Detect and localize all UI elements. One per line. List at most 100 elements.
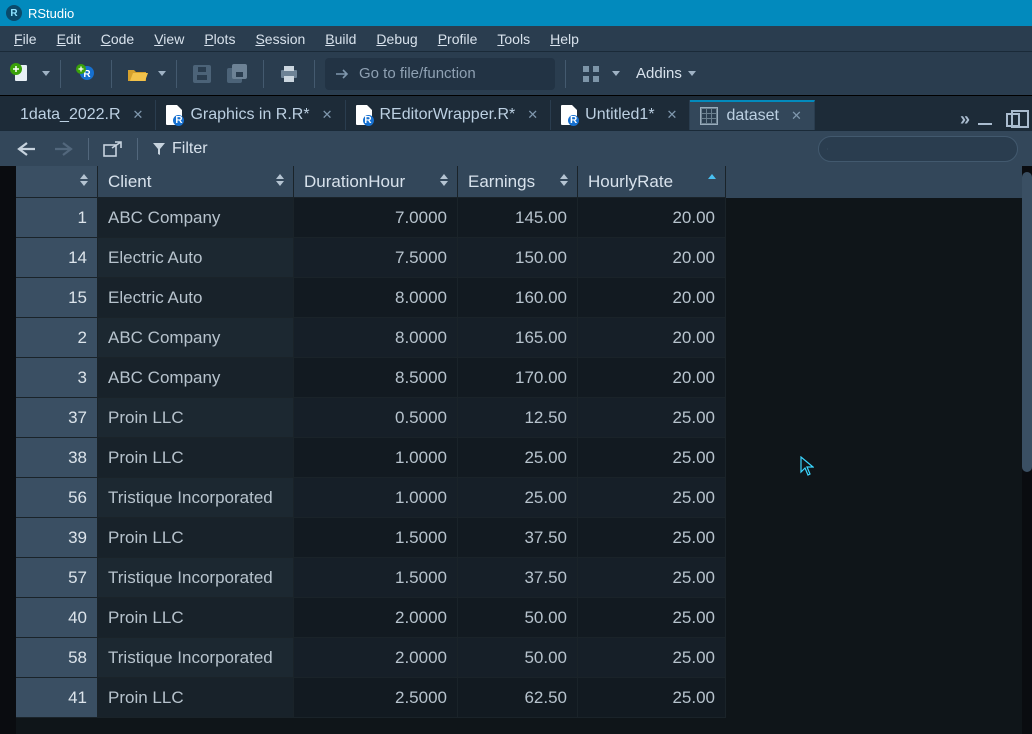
cell-hourlyrate: 20.00: [578, 358, 726, 398]
nav-back-icon[interactable]: [16, 141, 38, 157]
close-tab-icon[interactable]: ✕: [791, 108, 802, 124]
cell-earnings: 145.00: [458, 198, 578, 238]
table-row[interactable]: 1ABC Company7.0000145.0020.00: [16, 198, 1022, 238]
tabs-right-controls: »: [960, 109, 1032, 130]
new-file-button[interactable]: [6, 59, 36, 89]
menu-file[interactable]: File: [4, 29, 47, 49]
cell-earnings: 150.00: [458, 238, 578, 278]
column-header-DurationHour[interactable]: DurationHour: [294, 166, 458, 198]
cell-durationhour: 8.0000: [294, 278, 458, 318]
menu-session[interactable]: Session: [245, 29, 315, 49]
tab-dataset[interactable]: dataset✕: [690, 100, 814, 130]
sort-icon[interactable]: [707, 174, 717, 188]
close-tab-icon[interactable]: ✕: [667, 107, 678, 123]
new-project-button[interactable]: R: [71, 59, 101, 89]
sort-icon[interactable]: [439, 174, 449, 188]
menu-help[interactable]: Help: [540, 29, 589, 49]
table-row[interactable]: 3ABC Company8.5000170.0020.00: [16, 358, 1022, 398]
column-header-Earnings[interactable]: Earnings: [458, 166, 578, 198]
close-tab-icon[interactable]: ✕: [527, 107, 538, 123]
table-row[interactable]: 40Proin LLC2.000050.0025.00: [16, 598, 1022, 638]
cell-hourlyrate: 20.00: [578, 238, 726, 278]
column-header-idx[interactable]: [16, 166, 98, 198]
cell-client: Proin LLC: [98, 598, 294, 638]
menu-profile[interactable]: Profile: [428, 29, 488, 49]
cell-earnings: 25.00: [458, 438, 578, 478]
cell-client: Proin LLC: [98, 518, 294, 558]
sort-icon[interactable]: [559, 174, 569, 188]
tab-label: Graphics in R.R*: [190, 106, 309, 124]
print-button[interactable]: [274, 59, 304, 89]
menu-debug[interactable]: Debug: [366, 29, 427, 49]
close-tab-icon[interactable]: ✕: [133, 107, 144, 123]
cell-hourlyrate: 25.00: [578, 558, 726, 598]
cell-client: ABC Company: [98, 358, 294, 398]
table-row[interactable]: 41Proin LLC2.500062.5025.00: [16, 678, 1022, 718]
data-search-input[interactable]: [818, 136, 1018, 162]
menu-code[interactable]: Code: [91, 29, 144, 49]
cell-hourlyrate: 25.00: [578, 638, 726, 678]
close-tab-icon[interactable]: ✕: [322, 107, 333, 123]
cell-hourlyrate: 25.00: [578, 478, 726, 518]
menu-build[interactable]: Build: [315, 29, 366, 49]
table-row[interactable]: 15Electric Auto8.0000160.0020.00: [16, 278, 1022, 318]
column-label: Client: [108, 172, 151, 192]
cell-durationhour: 1.5000: [294, 518, 458, 558]
pane-layout-dropdown-icon[interactable]: [612, 71, 620, 76]
cell-index: 41: [16, 678, 98, 718]
cell-client: Tristique Incorporated: [98, 638, 294, 678]
menu-plots[interactable]: Plots: [194, 29, 245, 49]
open-recent-dropdown-icon[interactable]: [158, 71, 166, 76]
addins-menu[interactable]: Addins: [636, 65, 696, 82]
table-row[interactable]: 56Tristique Incorporated1.000025.0025.00: [16, 478, 1022, 518]
menu-edit[interactable]: Edit: [47, 29, 91, 49]
table-row[interactable]: 57Tristique Incorporated1.500037.5025.00: [16, 558, 1022, 598]
menu-tools[interactable]: Tools: [487, 29, 540, 49]
sort-icon[interactable]: [79, 174, 89, 188]
menu-view[interactable]: View: [144, 29, 194, 49]
sort-icon[interactable]: [275, 174, 285, 188]
pane-minimize-icon[interactable]: [978, 115, 992, 125]
tab-reditorwrapper-r-[interactable]: REditorWrapper.R*✕: [346, 100, 552, 130]
filter-button[interactable]: Filter: [152, 140, 208, 158]
column-header-HourlyRate[interactable]: HourlyRate: [578, 166, 726, 198]
cell-hourlyrate: 20.00: [578, 198, 726, 238]
cell-client: Proin LLC: [98, 678, 294, 718]
cell-index: 57: [16, 558, 98, 598]
save-all-button[interactable]: [223, 59, 253, 89]
filter-icon: [152, 142, 166, 156]
grid-body: 1ABC Company7.0000145.0020.0014Electric …: [16, 198, 1022, 718]
tab-1data-2022-r[interactable]: 1data_2022.R✕: [10, 100, 156, 130]
cell-index: 14: [16, 238, 98, 278]
cell-client: ABC Company: [98, 318, 294, 358]
cell-index: 37: [16, 398, 98, 438]
table-row[interactable]: 58Tristique Incorporated2.000050.0025.00: [16, 638, 1022, 678]
nav-forward-icon[interactable]: [52, 141, 74, 157]
window-title: RStudio: [28, 6, 74, 21]
pane-layout-button[interactable]: [576, 59, 606, 89]
table-row[interactable]: 38Proin LLC1.000025.0025.00: [16, 438, 1022, 478]
show-in-new-window-icon[interactable]: [103, 141, 123, 157]
open-file-button[interactable]: [122, 59, 152, 89]
pane-maximize-icon[interactable]: [1006, 113, 1020, 127]
grid-header: Client DurationHourEarningsHourlyRate: [16, 166, 1022, 198]
tab-graphics-in-r-r-[interactable]: Graphics in R.R* ✕: [156, 100, 345, 130]
tabs-overflow-icon[interactable]: »: [960, 109, 964, 130]
table-row[interactable]: 2ABC Company8.0000165.0020.00: [16, 318, 1022, 358]
table-row[interactable]: 14Electric Auto7.5000150.0020.00: [16, 238, 1022, 278]
table-row[interactable]: 39Proin LLC1.500037.5025.00: [16, 518, 1022, 558]
window-titlebar: R RStudio: [0, 0, 1032, 26]
cell-index: 1: [16, 198, 98, 238]
table-row[interactable]: 37Proin LLC0.500012.5025.00: [16, 398, 1022, 438]
addins-dropdown-icon: [688, 71, 696, 76]
search-field[interactable]: [828, 141, 1009, 157]
cell-index: 56: [16, 478, 98, 518]
goto-file-function-input[interactable]: Go to file/function: [325, 58, 555, 90]
cell-client: ABC Company: [98, 198, 294, 238]
save-button[interactable]: [187, 59, 217, 89]
vertical-scrollbar[interactable]: [1022, 172, 1032, 472]
new-file-dropdown-icon[interactable]: [42, 71, 50, 76]
column-header-Client[interactable]: Client: [98, 166, 294, 198]
cell-earnings: 25.00: [458, 478, 578, 518]
tab-untitled1-[interactable]: Untitled1*✕: [551, 100, 690, 130]
